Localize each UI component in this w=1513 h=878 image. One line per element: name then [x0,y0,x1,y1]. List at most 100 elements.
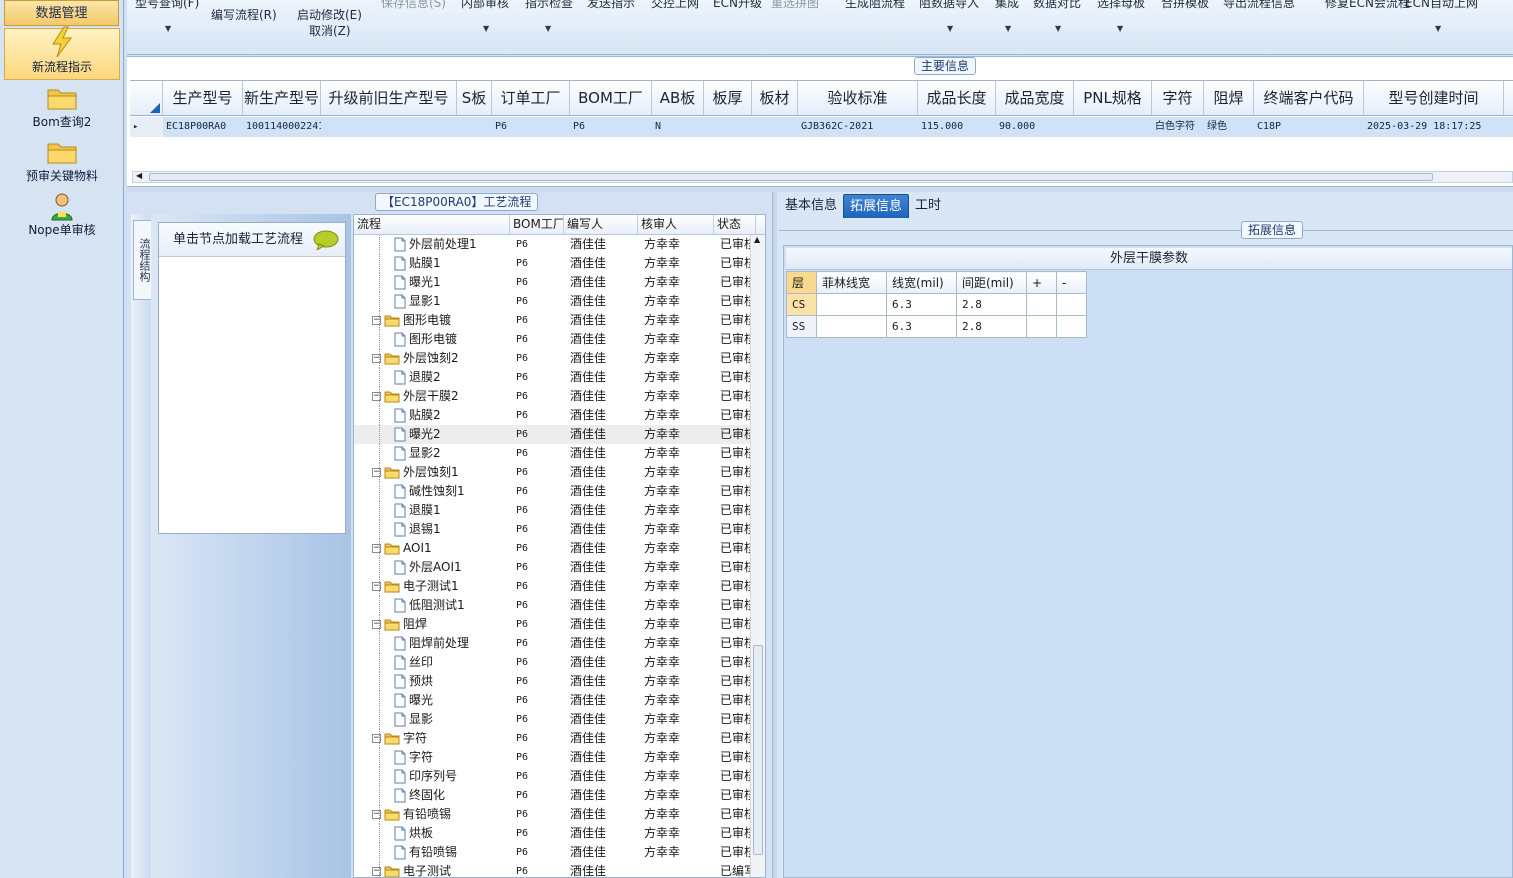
chevron-down-icon[interactable]: ▼ [1005,24,1011,33]
scroll-thumb[interactable] [149,173,1433,181]
table-cell[interactable]: 绿色 [1204,117,1254,137]
tree-column-header[interactable]: 流程 [354,215,510,234]
tree-step-row[interactable]: 字符 P6 酒佳佳 方幸幸 已审核 [354,748,765,767]
chevron-down-icon[interactable]: ▼ [545,24,551,33]
cancel-button[interactable]: 取消(Z) [309,22,351,39]
param-cell[interactable] [1026,315,1057,338]
tree-step-row[interactable]: 退锡1 P6 酒佳佳 方幸幸 已审核 [354,520,765,539]
tree-folder-row[interactable]: − 阻焊 P6 酒佳佳 方幸幸 已审核 [354,615,765,634]
param-cell[interactable]: 6.3 [886,293,957,316]
tree-step-row[interactable]: 贴膜1 P6 酒佳佳 方幸幸 已审核 [354,254,765,273]
start-modify-button[interactable]: 启动修改(E) [297,6,362,23]
table-cell[interactable]: 90.000 [996,117,1074,137]
remove-column-button[interactable]: - [1056,271,1087,294]
data-compare-button[interactable]: 数据对比 [1033,0,1081,11]
chevron-down-icon[interactable]: ▼ [483,24,489,33]
column-header[interactable]: 成品宽度 [996,81,1074,115]
tree-folder-row[interactable]: − 有铅喷锡 P6 酒佳佳 方幸幸 已审核 [354,805,765,824]
param-row[interactable]: CS 6.3 2.8 [786,293,1087,316]
tree-folder-row[interactable]: − 字符 P6 酒佳佳 方幸幸 已审核 [354,729,765,748]
fix-ecn-button[interactable]: 修复ECN会流程 [1325,0,1410,11]
column-header[interactable]: 字符 [1152,81,1204,115]
tab-basic-info[interactable]: 基本信息 [779,194,843,218]
tree-step-row[interactable]: 预烘 P6 酒佳佳 方幸幸 已审核 [354,672,765,691]
nav-item-bom-query[interactable]: Bom查询2 [4,82,120,134]
table-cell[interactable] [704,117,752,137]
column-header[interactable]: 板厚 [704,81,752,115]
param-cell[interactable] [1056,315,1087,338]
tree-step-row[interactable]: 曝光 P6 酒佳佳 方幸幸 已审核 [354,691,765,710]
column-header[interactable]: 板材 [752,81,798,115]
table-cell[interactable]: 白色字符 [1152,117,1204,137]
tree-folder-row[interactable]: − 电子测试 P6 酒佳佳 已编写 [354,862,765,877]
nav-item-preaudit-material[interactable]: 预审关键物料 [4,136,120,188]
tree-step-row[interactable]: 显影 P6 酒佳佳 方幸幸 已审核 [354,710,765,729]
chevron-down-icon[interactable]: ▼ [1117,24,1123,33]
tree-step-row[interactable]: 丝印 P6 酒佳佳 方幸幸 已审核 [354,653,765,672]
tree-step-row[interactable]: 阻焊前处理 P6 酒佳佳 方幸幸 已审核 [354,634,765,653]
column-header[interactable]: 阻焊 [1204,81,1254,115]
param-cell[interactable]: SS [786,315,817,338]
nav-item-nope-audit[interactable]: Nope单审核 [4,190,120,242]
tree-folder-row[interactable]: − 外层蚀刻2 P6 酒佳佳 方幸幸 已审核 [354,349,765,368]
chevron-down-icon[interactable]: ▼ [165,24,171,33]
column-header[interactable]: 型号创建时间 [1364,81,1504,115]
table-cell[interactable]: 2025-03-29 18:17:25 [1364,117,1504,137]
column-header[interactable]: 终端客户代码 [1254,81,1364,115]
tree-step-row[interactable]: 烘板 P6 酒佳佳 方幸幸 已审核 [354,824,765,843]
column-header[interactable]: 生产型号 [163,81,243,115]
tree-folder-row[interactable]: − 外层干膜2 P6 酒佳佳 方幸幸 已审核 [354,387,765,406]
horizontal-scrollbar[interactable]: ◀ [132,171,1513,183]
column-header[interactable]: 验收标准 [798,81,918,115]
export-flow-button[interactable]: 导出流程信息 [1223,0,1295,11]
table-cell[interactable]: C18P [1254,117,1364,137]
param-cell[interactable] [1026,293,1057,316]
table-cell[interactable]: EC18P00RA0 [163,117,243,137]
add-column-button[interactable]: + [1026,271,1057,294]
tree-folder-row[interactable]: − 电子测试1 P6 酒佳佳 方幸幸 已审核 [354,577,765,596]
param-row[interactable]: SS 6.3 2.8 [786,315,1087,338]
tree-step-row[interactable]: 碱性蚀刻1 P6 酒佳佳 方幸幸 已审核 [354,482,765,501]
tab-flow-structure[interactable]: 流程结构 [133,220,153,300]
tree-step-row[interactable]: 显影2 P6 酒佳佳 方幸幸 已审核 [354,444,765,463]
chevron-down-icon[interactable]: ▼ [1055,24,1061,33]
column-header[interactable]: AB板 [652,81,704,115]
table-cell[interactable] [1074,117,1152,137]
column-header[interactable]: PNL规格 [1074,81,1152,115]
tree-step-row[interactable]: 曝光1 P6 酒佳佳 方幸幸 已审核 [354,273,765,292]
table-row[interactable]: ▸ EC18P00RA010011400022419P6P6NGJB362C-2… [130,117,1513,137]
import-button[interactable]: 阻数据导入 [919,0,979,11]
param-cell[interactable]: 2.8 [956,293,1027,316]
tree-step-row[interactable]: 终固化 P6 酒佳佳 方幸幸 已审核 [354,786,765,805]
scroll-up-icon[interactable]: ▲ [754,235,760,244]
type-query-button[interactable]: 型号查询(F) [135,0,199,11]
tree-folder-row[interactable]: − 图形电镀 P6 酒佳佳 方幸幸 已审核 [354,311,765,330]
column-header[interactable]: 升级前旧生产型号 [321,81,457,115]
table-cell[interactable]: N [652,117,704,137]
table-cell[interactable]: 115.000 [918,117,996,137]
nav-item-new-flow[interactable]: 新流程指示 [4,26,120,80]
ecn-auto-button[interactable]: ECN自动上网 [1405,0,1478,11]
tab-work-hours[interactable]: 工时 [909,194,947,218]
tree-step-row[interactable]: 印序列号 P6 酒佳佳 方幸幸 已审核 [354,767,765,786]
nav-header-data-management[interactable]: 数据管理 [4,0,119,26]
vertical-scrollbar[interactable]: ▲ [750,235,765,877]
tree-step-row[interactable]: 图形电镀 P6 酒佳佳 方幸幸 已审核 [354,330,765,349]
chevron-down-icon[interactable]: ▼ [1435,24,1441,33]
scroll-left-icon[interactable]: ◀ [136,171,142,180]
tab-extended-info[interactable]: 拓展信息 [843,194,910,218]
table-cell[interactable] [457,117,492,137]
table-cell[interactable]: P6 [492,117,570,137]
column-header[interactable]: S板 [457,81,492,115]
select-template-button[interactable]: 选择母板 [1097,0,1145,11]
internal-review-button[interactable]: 内部审核 [461,0,509,11]
tree-column-header[interactable]: 状态 [714,215,756,234]
tree-step-row[interactable]: 外层前处理1 P6 酒佳佳 方幸幸 已审核 [354,235,765,254]
column-header[interactable]: 新生产型号 [243,81,321,115]
integrate-button[interactable]: 集成 [995,0,1019,11]
tree-step-row[interactable]: 贴膜2 P6 酒佳佳 方幸幸 已审核 [354,406,765,425]
chevron-down-icon[interactable]: ▼ [947,24,953,33]
tree-column-header[interactable]: 核审人 [638,215,714,234]
send-indicator-button[interactable]: 发送指示 [587,0,635,11]
tree-step-row[interactable]: 低阻测试1 P6 酒佳佳 方幸幸 已审核 [354,596,765,615]
